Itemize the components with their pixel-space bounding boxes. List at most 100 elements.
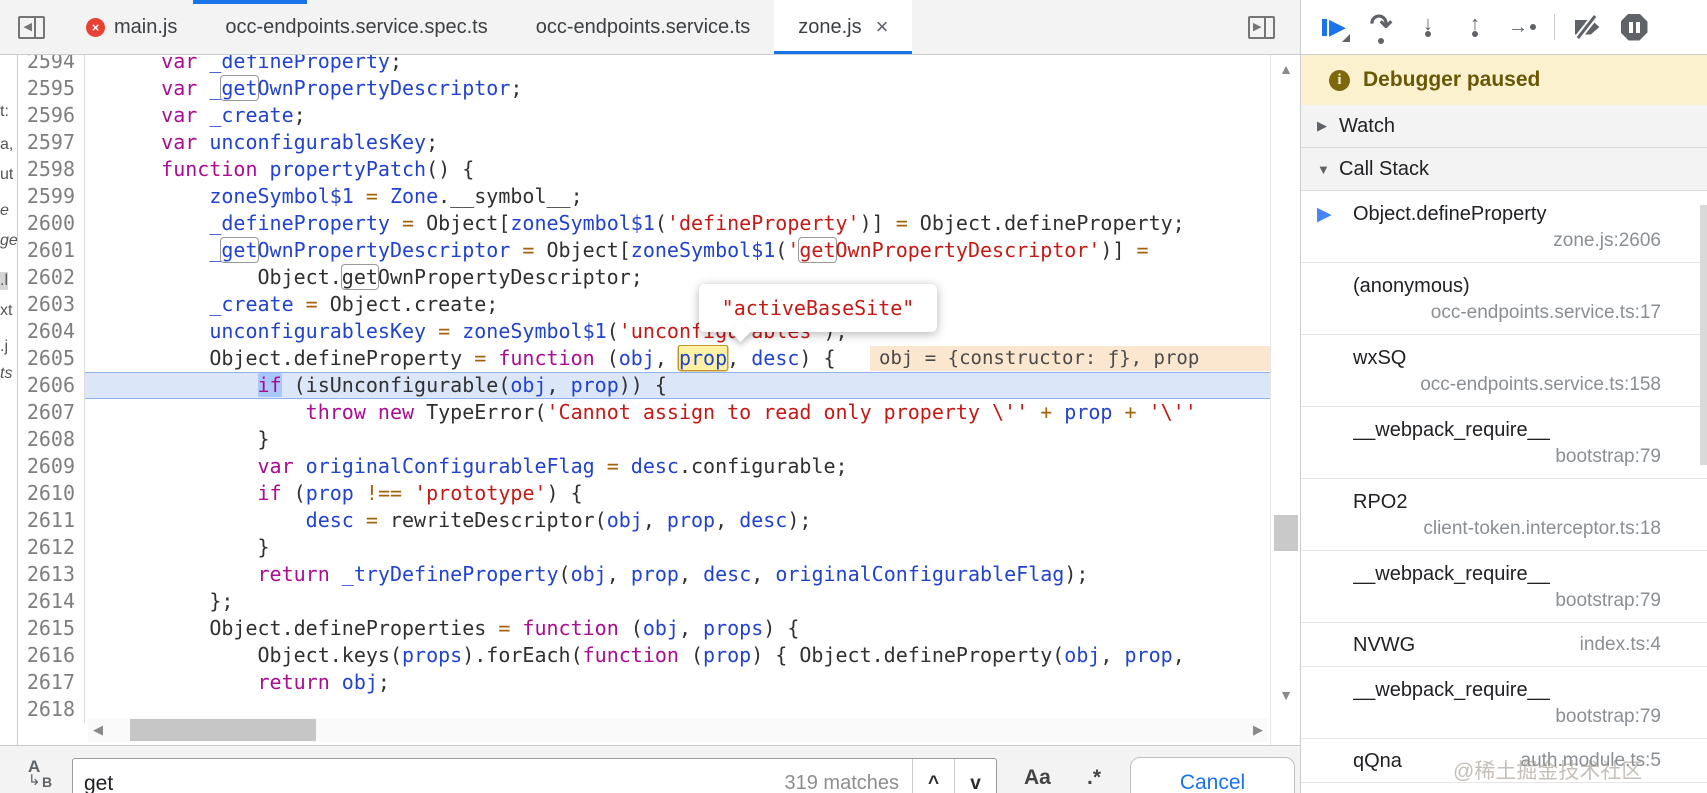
debugger-paused-banner: i Debugger paused	[1301, 55, 1707, 105]
tab-zone-js[interactable]: zone.js ×	[774, 0, 913, 54]
frame-function-name: __webpack_require__	[1353, 419, 1550, 441]
search-query-text[interactable]: get	[73, 765, 784, 793]
code-text: Object.keys(props).forEach(function (pro…	[113, 643, 1185, 667]
call-stack-frame[interactable]: RPO2 client-token.interceptor.ts:18	[1301, 479, 1707, 551]
show-debugger-pane-button[interactable]: ▶	[1248, 0, 1697, 55]
code-line: 2603 _create = Object.create;	[18, 291, 1270, 318]
line-number[interactable]: 2616	[18, 642, 85, 669]
call-stack-frame[interactable]: qQna auth.module.ts:5	[1301, 739, 1707, 783]
line-number[interactable]: 2604	[18, 318, 85, 345]
scroll-right-arrow[interactable]: ▶	[1248, 722, 1268, 738]
call-stack-frame[interactable]: (anonymous) occ-endpoints.service.ts:17	[1301, 263, 1707, 335]
line-number[interactable]: 2617	[18, 669, 85, 696]
code-text: return obj;	[257, 670, 390, 694]
line-number[interactable]: 2600	[18, 210, 85, 237]
line-number[interactable]: 2599	[18, 183, 85, 210]
call-stack-frame[interactable]: __webpack_require__ bootstrap:79	[1301, 407, 1707, 479]
frame-function-name: NVWG	[1353, 633, 1416, 656]
frame-location: client-token.interceptor.ts:18	[1423, 518, 1661, 539]
line-number[interactable]: 2618	[18, 696, 85, 723]
vertical-scrollbar[interactable]: ▲ ▼	[1270, 55, 1300, 745]
code-line: 2616 Object.keys(props).forEach(function…	[18, 642, 1270, 669]
code-lines: 2594 var _defineProperty; 2595 var _getOw…	[18, 55, 1270, 723]
tab-main-js[interactable]: × main.js	[62, 0, 201, 54]
line-number[interactable]: 2601	[18, 237, 85, 264]
line-number[interactable]: 2605	[18, 345, 85, 372]
frame-location: occ-endpoints.service.ts:158	[1420, 374, 1661, 395]
code-text: throw new TypeError('Cannot assign to re…	[305, 400, 1197, 424]
call-stack-frame[interactable]: wxSQ occ-endpoints.service.ts:158	[1301, 335, 1707, 407]
match-case-toggle[interactable]: Aa	[1024, 766, 1051, 790]
error-badge-icon: ×	[86, 17, 105, 37]
frame-location: bootstrap:79	[1555, 706, 1661, 727]
frame-function-name: __webpack_require__	[1353, 563, 1550, 585]
line-number[interactable]: 2606	[18, 372, 85, 399]
tab-label: zone.js	[798, 15, 862, 38]
frame-function-name: Object.defineProperty	[1353, 203, 1547, 225]
file-tabs: × main.js occ-endpoints.service.spec.ts occ…	[62, 0, 913, 54]
frame-function-name: RPO2	[1353, 491, 1408, 513]
line-number[interactable]: 2596	[18, 102, 85, 129]
call-stack-section-header[interactable]: ▼ Call Stack	[1301, 148, 1707, 191]
code-editor[interactable]: 2594 var _defineProperty; 2595 var _getOw…	[18, 55, 1270, 745]
code-text: Object.defineProperties = function (obj,…	[113, 616, 800, 640]
code-text: var _getOwnPropertyDescriptor;	[161, 76, 523, 100]
call-stack-frame[interactable]: __webpack_require__ bootstrap:79	[1301, 667, 1707, 739]
code-line: 2614 };	[18, 588, 1270, 615]
call-stack-frame[interactable]: __webpack_require__ bootstrap:79	[1301, 551, 1707, 623]
line-number[interactable]: 2603	[18, 291, 85, 318]
regex-toggle[interactable]: .*	[1087, 766, 1101, 790]
tooltip-value: "activeBaseSite"	[721, 296, 915, 320]
line-number[interactable]: 2607	[18, 399, 85, 426]
line-number[interactable]: 2611	[18, 507, 85, 534]
line-number[interactable]: 2597	[18, 129, 85, 156]
tab-label: main.js	[114, 15, 178, 38]
horizontal-scrollbar[interactable]: ◀ ▶	[88, 718, 1268, 742]
navigator-strip: t: a, ut e ge .l xt .j ts	[0, 55, 18, 745]
code-text: Object.getOwnPropertyDescriptor;	[113, 265, 643, 289]
line-number[interactable]: 2595	[18, 75, 85, 102]
code-text: desc = rewriteDescriptor(obj, prop, desc…	[305, 508, 812, 532]
call-stack-frame[interactable]: ▶ Object.defineProperty zone.js:2606	[1301, 191, 1707, 263]
close-tab-icon[interactable]: ×	[876, 16, 889, 38]
scroll-up-arrow[interactable]: ▲	[1271, 61, 1301, 77]
line-number[interactable]: 2609	[18, 453, 85, 480]
scroll-left-arrow[interactable]: ◀	[88, 722, 108, 738]
line-number[interactable]: 2598	[18, 156, 85, 183]
line-number[interactable]: 2608	[18, 426, 85, 453]
frame-location: occ-endpoints.service.ts:17	[1430, 302, 1661, 323]
line-number[interactable]: 2614	[18, 588, 85, 615]
line-number[interactable]: 2610	[18, 480, 85, 507]
line-number[interactable]: 2602	[18, 264, 85, 291]
code-text: }	[113, 535, 270, 559]
code-text: var originalConfigurableFlag = desc.conf…	[257, 454, 848, 478]
call-stack-label: Call Stack	[1339, 157, 1430, 180]
line-number[interactable]: 2594	[18, 55, 85, 75]
scroll-down-arrow[interactable]: ▼	[1271, 687, 1301, 703]
next-match-button[interactable]: v	[954, 759, 996, 793]
vertical-scrollbar-thumb[interactable]	[1274, 515, 1298, 551]
watch-label: Watch	[1339, 114, 1395, 137]
line-number[interactable]: 2613	[18, 561, 85, 588]
navigator-file-fragment: ge	[0, 232, 18, 249]
active-frame-arrow-icon: ▶	[1317, 204, 1332, 225]
hide-navigator-button[interactable]: ◀	[0, 0, 62, 54]
search-input[interactable]: get 319 matches ^ v	[72, 758, 997, 793]
code-text: zoneSymbol$1 = Zone.__symbol__;	[209, 184, 583, 208]
watch-section-header[interactable]: ▶ Watch	[1301, 105, 1707, 148]
previous-match-button[interactable]: ^	[912, 759, 954, 793]
frame-location: zone.js:2606	[1553, 230, 1661, 251]
tab-occ-endpoints-service-ts[interactable]: occ-endpoints.service.ts	[512, 0, 775, 54]
cancel-button[interactable]: Cancel	[1130, 757, 1295, 793]
sidebar-scrollbar-thumb[interactable]	[1700, 205, 1707, 465]
call-stack-frame[interactable]: NVWG index.ts:4	[1301, 623, 1707, 667]
line-number[interactable]: 2615	[18, 615, 85, 642]
navigator-file-fragment: ut	[0, 166, 14, 183]
tab-occ-endpoints-service-spec-ts[interactable]: occ-endpoints.service.spec.ts	[201, 0, 511, 54]
horizontal-scrollbar-thumb[interactable]	[130, 719, 316, 741]
line-number[interactable]: 2612	[18, 534, 85, 561]
code-text: return _tryDefineProperty(obj, prop, des…	[257, 562, 1089, 586]
replace-toggle-button[interactable]: A ↳ B	[26, 758, 62, 793]
code-text: if (isUnconfigurable(obj, prop)) {	[85, 372, 1270, 399]
value-tooltip: "activeBaseSite"	[699, 284, 937, 343]
